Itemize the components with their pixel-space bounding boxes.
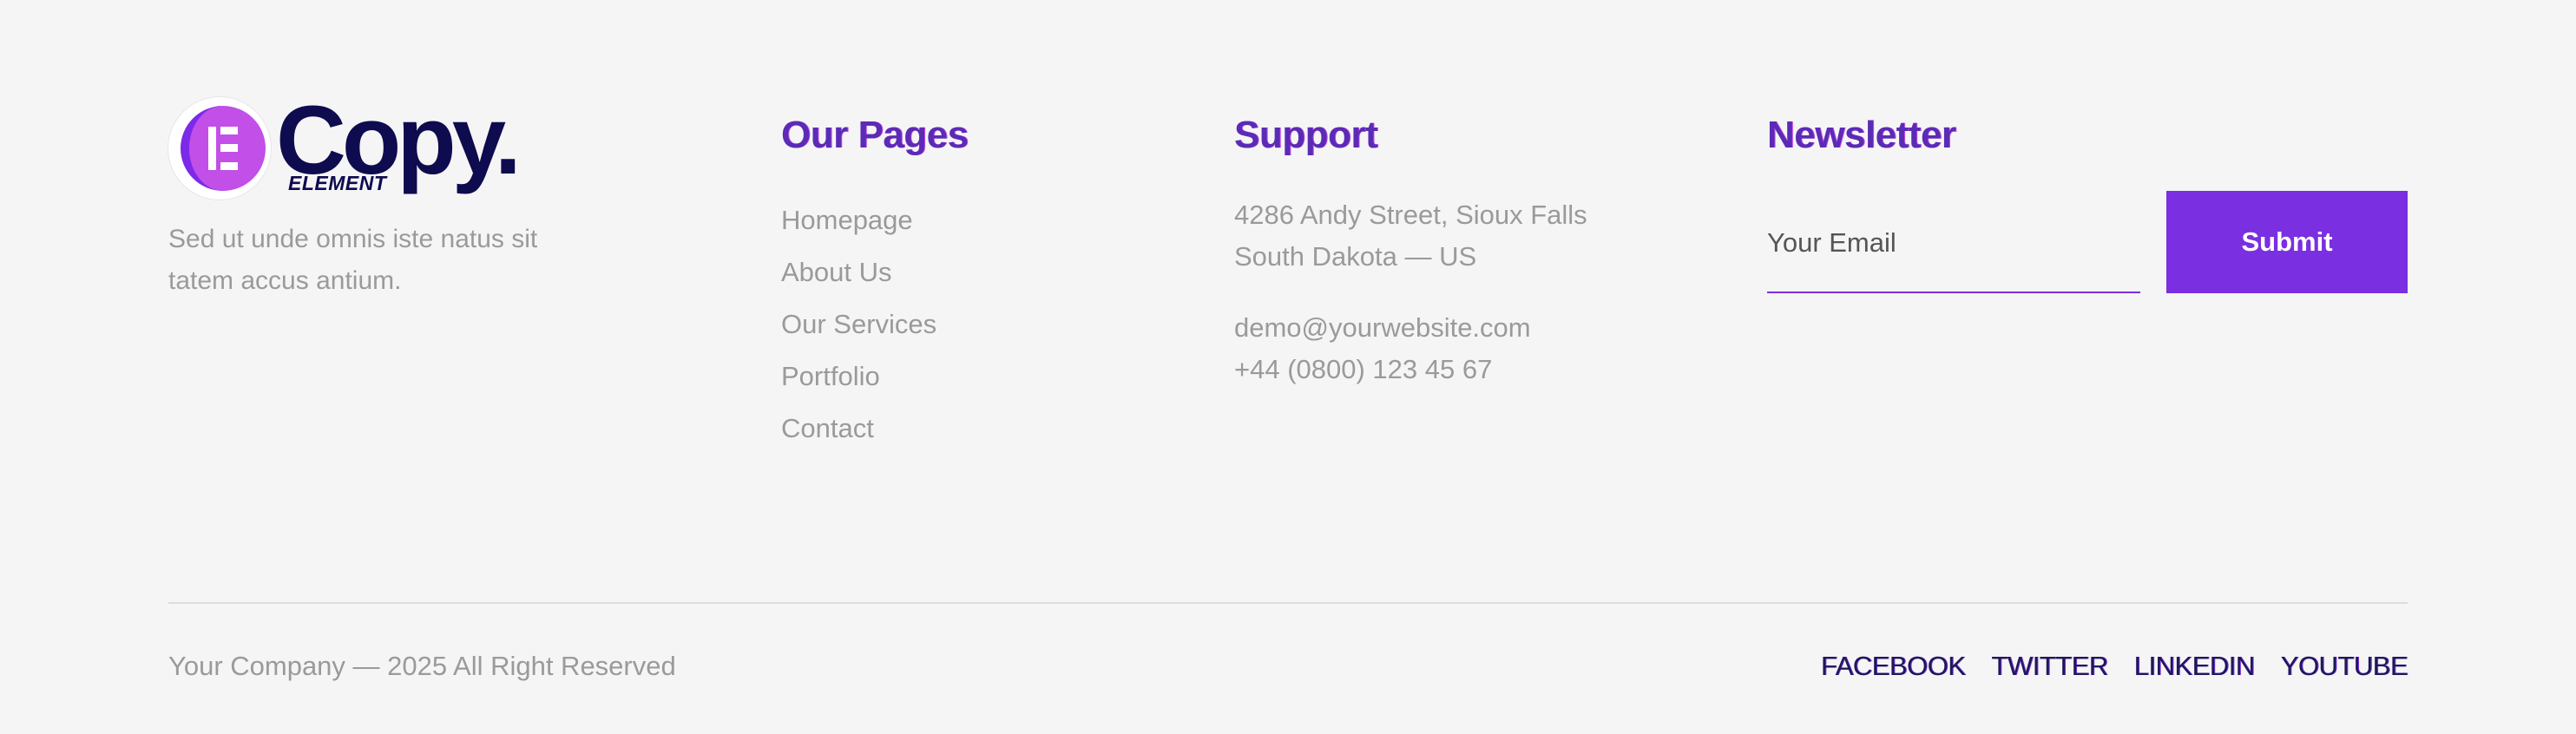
site-footer: Copy. ELEMENT Sed ut unde omnis iste nat… [0,0,2576,734]
pages-title: Our Pages [781,114,969,156]
link-homepage[interactable]: Homepage [781,194,1146,246]
address-line-2: South Dakota — US [1234,241,1477,272]
elementor-e-icon [181,106,266,191]
support-title: Support [1234,114,1378,156]
social-linkedin-link[interactable]: LINKEDIN [2134,651,2255,682]
newsletter-column: Newsletter Submit [1767,108,2409,298]
site-logo[interactable]: Copy. ELEMENT [168,92,533,203]
support-phone[interactable]: +44 (0800) 123 45 67 [1234,349,1686,390]
link-about-us[interactable]: About Us [781,246,1146,298]
address-line-1: 4286 Andy Street, Sioux Falls [1234,200,1587,230]
newsletter-form: Submit [1767,191,2409,298]
footer-divider [168,602,2408,604]
pages-link-list: Homepage About Us Our Services Portfolio… [781,194,1146,455]
email-input[interactable] [1767,194,2140,293]
logo-subtitle: ELEMENT [288,172,387,194]
pages-column: Our Pages Homepage About Us Our Services… [781,108,1146,455]
link-our-services[interactable]: Our Services [781,298,1146,351]
brand-description: Sed ut unde omnis iste natus sit tatem a… [168,225,538,295]
copyright-text: Your Company — 2025 All Right Reserved [168,651,676,681]
newsletter-title: Newsletter [1767,114,1956,156]
social-twitter-link[interactable]: TWITTER [1991,651,2108,682]
social-facebook-link[interactable]: FACEBOOK [1821,651,1966,682]
footer-brand: Copy. ELEMENT Sed ut unde omnis iste nat… [168,92,654,328]
link-portfolio[interactable]: Portfolio [781,351,1146,403]
support-column: Support 4286 Andy Street, Sioux Falls So… [1234,108,1686,390]
social-youtube-link[interactable]: YOUTUBE [2281,651,2408,682]
social-links: FACEBOOK TWITTER LINKEDIN YOUTUBE [1821,651,2408,682]
link-contact[interactable]: Contact [781,403,1146,455]
submit-button[interactable]: Submit [2166,191,2408,293]
support-email[interactable]: demo@yourwebsite.com [1234,307,1686,349]
